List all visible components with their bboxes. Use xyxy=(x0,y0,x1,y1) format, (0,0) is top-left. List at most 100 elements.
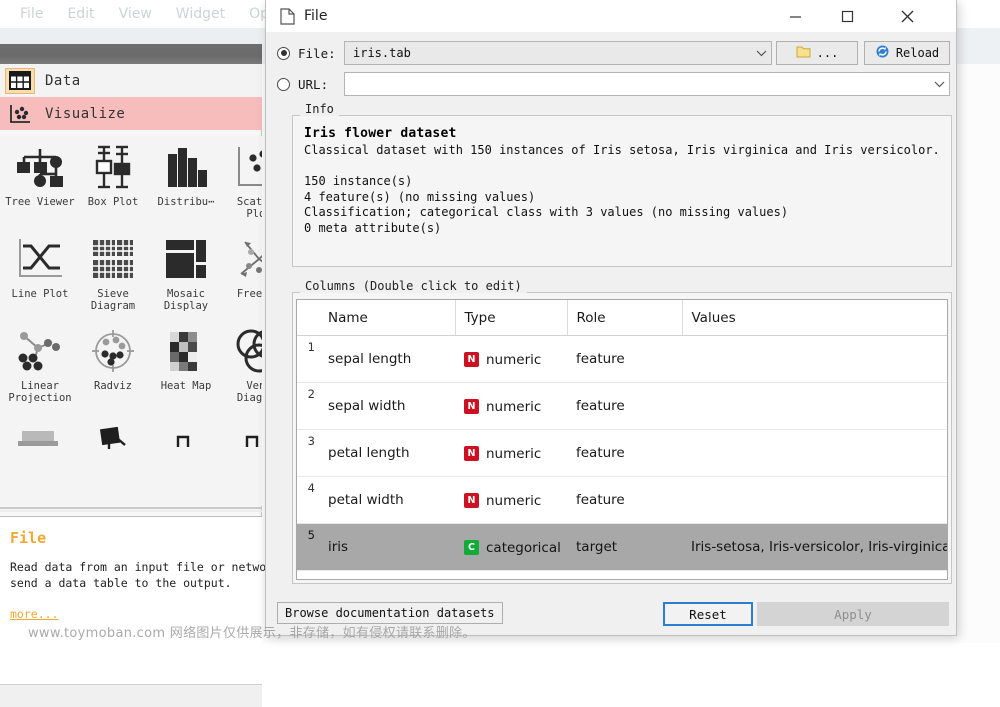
browse-docs-label: Browse documentation datasets xyxy=(285,606,495,620)
widget-mosaic-display[interactable]: Mosaic Display xyxy=(150,232,222,322)
row-values xyxy=(682,335,947,383)
partial-widget-icon xyxy=(85,412,141,466)
widget-freeviz[interactable]: FreeVi⋯ xyxy=(223,232,262,322)
row-type-label: numeric xyxy=(486,398,542,415)
column-header-role[interactable]: Role xyxy=(567,300,683,336)
sidebar-category-visualize[interactable]: Visualize xyxy=(0,97,262,130)
widget-linear-projection[interactable]: Linear Projection xyxy=(4,324,76,414)
widget-label: Mosaic Display xyxy=(163,288,209,312)
sidebar-category-data[interactable]: Data xyxy=(0,64,262,98)
column-header-type[interactable]: Type xyxy=(455,300,568,336)
widget-sieve-diagram[interactable]: Sieve Diagram xyxy=(77,232,149,322)
widget-label: Sieve Diagram xyxy=(90,288,136,312)
column-header-name[interactable]: Name xyxy=(319,300,456,336)
numeric-badge-icon: N xyxy=(464,493,479,509)
chevron-down-icon[interactable] xyxy=(751,42,771,64)
row-type: N numeric xyxy=(455,429,567,477)
row-type: C categorical xyxy=(455,523,567,571)
line-plot-icon xyxy=(12,232,68,286)
columns-table-container[interactable]: Name Type Role Values 1 sepal length N n… xyxy=(296,299,948,580)
widget-heat-map[interactable]: Heat Map xyxy=(150,324,222,414)
minimize-icon[interactable] xyxy=(772,0,818,32)
widget-partial-row[interactable] xyxy=(223,412,262,502)
description-body: Read data from an input file or network … xyxy=(10,560,281,590)
url-source-radio-row[interactable]: URL: xyxy=(277,72,340,96)
widget-venn-diagram[interactable]: Venn Diagram xyxy=(223,324,262,414)
row-name: sepal width xyxy=(319,382,455,430)
widget-label: Linear Projection xyxy=(8,380,72,404)
url-combobox[interactable] xyxy=(344,72,950,96)
description-more-link[interactable]: more... xyxy=(10,607,58,621)
browse-file-button[interactable]: ... xyxy=(776,41,858,65)
menu-item-file[interactable]: File xyxy=(8,0,55,28)
chevron-down-icon[interactable] xyxy=(929,73,949,95)
reload-button[interactable]: Reload xyxy=(864,41,950,65)
row-role: feature xyxy=(567,335,682,383)
widget-description-panel: File Read data from an input file or net… xyxy=(0,516,281,684)
widget-label: Radviz xyxy=(94,380,132,392)
row-type: N numeric xyxy=(455,476,567,524)
widget-partial-row[interactable] xyxy=(4,412,76,502)
menu-item-view[interactable]: View xyxy=(107,0,164,28)
freeviz-icon xyxy=(231,232,262,286)
row-role: feature xyxy=(567,429,682,477)
scatter-plot-icon xyxy=(231,140,262,194)
numeric-badge-icon: N xyxy=(464,399,479,415)
maximize-icon[interactable] xyxy=(824,0,870,32)
table-header-row: Name Type Role Values xyxy=(297,300,947,336)
widget-line-plot[interactable]: Line Plot xyxy=(4,232,76,322)
close-icon[interactable] xyxy=(884,0,930,32)
box-plot-icon xyxy=(85,140,141,194)
sidebar-category-data-label: Data xyxy=(45,72,81,89)
row-type-label: numeric xyxy=(486,492,542,509)
widget-toolbox-sidebar: Data Visualize Tree Viewer Box Plot Dist… xyxy=(0,64,280,707)
table-row[interactable]: 2 sepal width N numeric feature xyxy=(297,382,947,430)
file-source-radio-row[interactable]: File: xyxy=(277,41,340,65)
row-index: 4 xyxy=(297,476,319,524)
dialog-title-bar[interactable]: File xyxy=(266,0,956,32)
menu-item-widget[interactable]: Widget xyxy=(164,0,237,28)
reset-button[interactable]: Reset xyxy=(663,602,753,626)
row-role: feature xyxy=(567,382,682,430)
table-row[interactable]: 1 sepal length N numeric feature xyxy=(297,335,947,383)
widget-partial-row[interactable] xyxy=(150,412,222,502)
url-radio-label: URL: xyxy=(298,76,329,92)
row-index: 1 xyxy=(297,335,319,383)
file-radio[interactable] xyxy=(277,46,290,60)
apply-button[interactable]: Apply xyxy=(757,602,949,626)
menu-item-edit[interactable]: Edit xyxy=(55,0,106,28)
folder-icon xyxy=(796,44,811,63)
widget-radviz[interactable]: Radviz xyxy=(77,324,149,414)
distributions-icon xyxy=(158,140,214,194)
sidebar-category-visualize-label: Visualize xyxy=(45,105,126,122)
table-row-selected[interactable]: 5 iris C categorical target Iris-setosa,… xyxy=(297,523,947,571)
widget-partial-row[interactable] xyxy=(77,412,149,502)
row-type-label: numeric xyxy=(486,351,542,368)
venn-diagram-icon xyxy=(231,324,262,378)
widget-box-plot[interactable]: Box Plot xyxy=(77,140,149,230)
widget-label: Venn Diagram xyxy=(236,380,262,404)
document-icon xyxy=(280,7,295,25)
description-title: File xyxy=(10,529,47,547)
widget-label: Box Plot xyxy=(87,196,139,208)
reload-button-label: Reload xyxy=(895,46,940,60)
widget-scatter-plot[interactable]: Scatter Plot xyxy=(223,140,262,230)
url-radio[interactable] xyxy=(277,77,290,91)
column-header-values[interactable]: Values xyxy=(682,300,947,336)
widget-distributions[interactable]: Distribu⋯ xyxy=(150,140,222,230)
scatter-icon xyxy=(5,101,35,127)
widget-tree-viewer[interactable]: Tree Viewer xyxy=(4,140,76,230)
widget-label: Heat Map xyxy=(160,380,212,392)
reset-label: Reset xyxy=(689,606,727,622)
radviz-icon xyxy=(85,324,141,378)
row-values: Iris-setosa, Iris-versicolor, Iris-virgi… xyxy=(682,523,947,571)
reload-icon xyxy=(875,44,890,63)
row-values xyxy=(682,476,947,524)
table-row[interactable]: 4 petal width N numeric feature xyxy=(297,476,947,524)
file-path-combobox[interactable]: iris.tab xyxy=(344,41,772,65)
toolbox-bottom-strip xyxy=(0,684,262,707)
partial-widget-icon xyxy=(158,412,214,466)
widget-grid: Tree Viewer Box Plot Distribu⋯ Scat Pl L… xyxy=(0,136,262,506)
browse-documentation-datasets-button[interactable]: Browse documentation datasets xyxy=(277,602,503,624)
table-row[interactable]: 3 petal length N numeric feature xyxy=(297,429,947,477)
